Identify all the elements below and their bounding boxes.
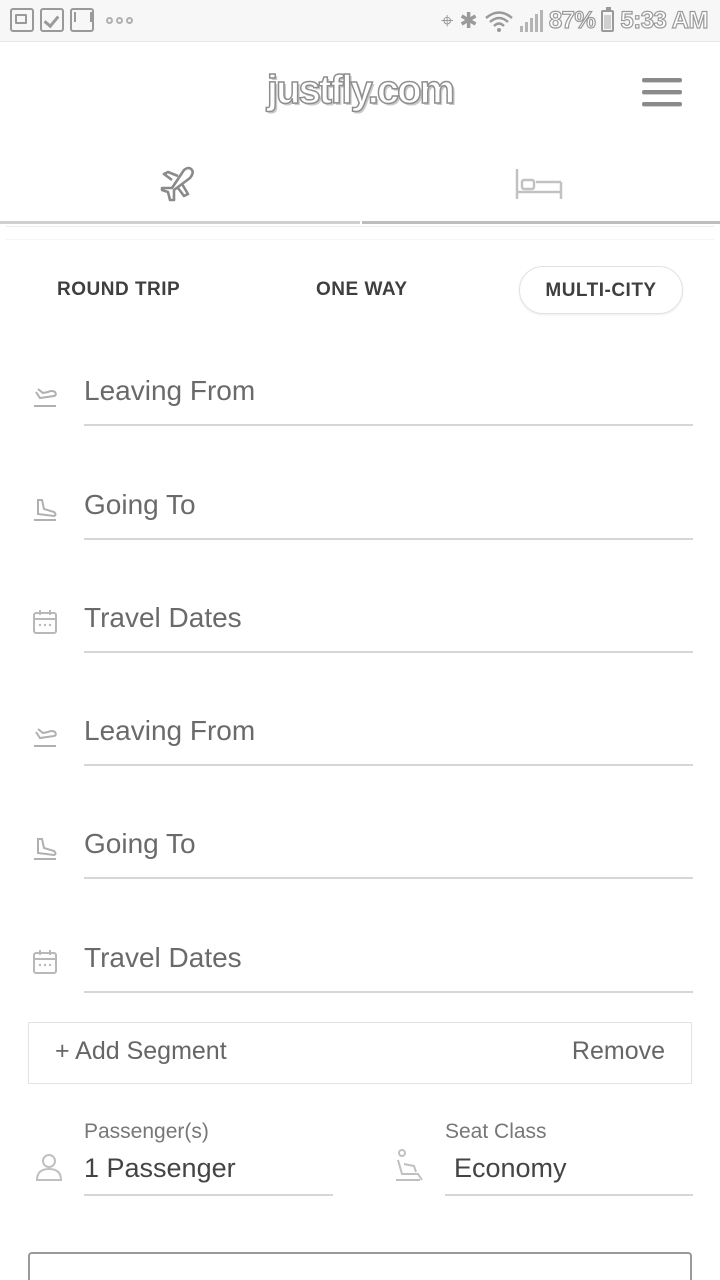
round-trip-button[interactable]: ROUND TRIP <box>33 266 204 314</box>
status-bar: ⌖ ✱ 87% 5:33 AM <box>0 0 720 42</box>
notification-icon <box>10 8 34 32</box>
calendar-icon <box>33 610 57 634</box>
leaving-from-input[interactable]: Leaving From <box>84 364 693 426</box>
app-header: justfly.com <box>0 42 720 152</box>
segment-2-going-row: Going To <box>0 817 720 879</box>
justfly-logo[interactable]: justfly.com <box>0 67 720 113</box>
travel-dates-input[interactable]: Travel Dates <box>84 591 693 653</box>
battery-icon <box>601 7 615 32</box>
bluetooth-icon: ✱ <box>459 8 478 33</box>
segment-1-dates-row: Travel Dates <box>0 591 720 653</box>
arrival-icon <box>34 838 57 860</box>
mail-icon <box>70 8 94 32</box>
passengers-label: Passenger(s) <box>84 1120 209 1143</box>
add-segment-button[interactable]: + Add Segment <box>55 1037 227 1066</box>
passengers-field: Passenger(s) 1 Passenger <box>84 1120 334 1200</box>
seat-class-select[interactable]: Economy <box>445 1150 693 1196</box>
tab-flights[interactable] <box>0 152 360 224</box>
tab-hotels[interactable] <box>362 152 720 224</box>
segment-2-dates-row: Travel Dates <box>0 931 720 993</box>
arrival-icon <box>34 499 57 521</box>
departure-icon <box>34 728 57 747</box>
seat-icon <box>396 1149 423 1181</box>
more-notifications-icon <box>106 16 133 24</box>
hamburger-menu-icon[interactable] <box>642 76 684 110</box>
location-icon: ⌖ <box>440 8 454 33</box>
battery-percent: 87% <box>548 6 596 34</box>
person-icon <box>35 1154 63 1181</box>
going-to-input[interactable]: Going To <box>84 817 693 879</box>
multi-city-button[interactable]: MULTI-CITY <box>519 266 683 314</box>
calendar-icon <box>33 950 57 974</box>
product-tabs <box>0 152 720 224</box>
leaving-from-input[interactable]: Leaving From <box>84 704 693 766</box>
signal-icon <box>519 10 543 32</box>
trip-type-selector: ROUND TRIP ONE WAY MULTI-CITY <box>0 266 720 314</box>
segment-2-leaving-row: Leaving From <box>0 704 720 766</box>
tab-divider <box>6 226 714 240</box>
seat-class-field: Seat Class Economy <box>445 1120 695 1200</box>
going-to-input[interactable]: Going To <box>84 478 693 540</box>
passengers-select[interactable]: 1 Passenger <box>84 1150 333 1196</box>
search-button-container[interactable] <box>28 1252 692 1280</box>
seat-class-label: Seat Class <box>445 1120 547 1143</box>
departure-icon <box>34 388 57 407</box>
bed-icon <box>515 169 563 199</box>
airplane-icon <box>160 166 194 202</box>
segment-1-going-row: Going To <box>0 478 720 540</box>
travel-dates-input[interactable]: Travel Dates <box>84 931 693 993</box>
task-check-icon <box>40 8 64 32</box>
wifi-icon <box>485 11 513 32</box>
one-way-button[interactable]: ONE WAY <box>292 266 432 314</box>
app-screen: ⌖ ✱ 87% 5:33 AM justfly.com ROUND TRIP O… <box>0 0 720 1280</box>
clock: 5:33 AM <box>620 6 709 34</box>
segment-actions: + Add Segment Remove <box>28 1022 692 1084</box>
segment-1-leaving-row: Leaving From <box>0 364 720 426</box>
remove-segment-button[interactable]: Remove <box>572 1037 665 1066</box>
